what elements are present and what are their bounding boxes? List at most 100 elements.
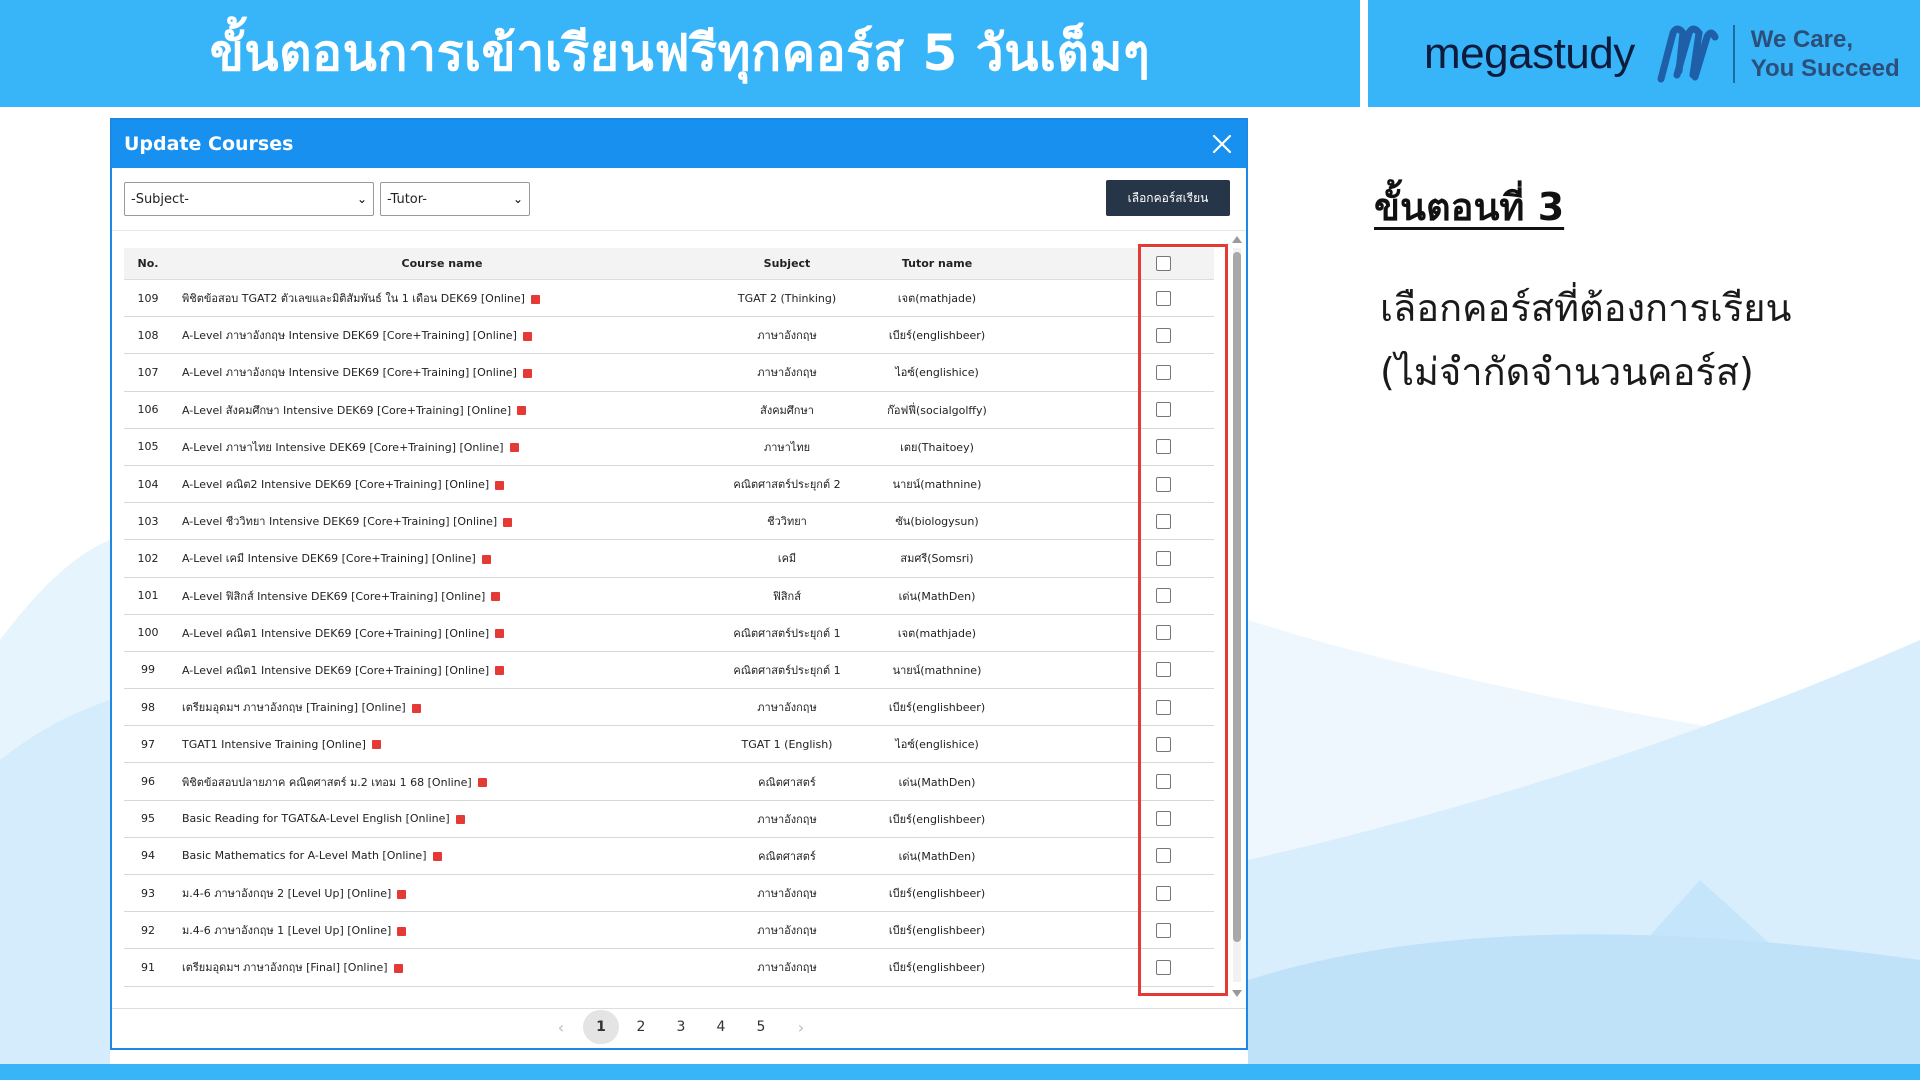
row-checkbox[interactable] bbox=[1155, 774, 1171, 790]
row-course-name-text: A-Level ภาษาอังกฤษ Intensive DEK69 [Core… bbox=[182, 329, 517, 343]
row-spacer bbox=[1012, 465, 1112, 504]
table-row: 102 A-Level เคมี Intensive DEK69 [Core+Tr… bbox=[124, 539, 1214, 578]
row-subject: ภาษาไทย bbox=[712, 428, 862, 466]
row-tutor-text: เจต(mathjade) bbox=[897, 626, 977, 640]
row-subject: คณิตศาสตร์ bbox=[712, 837, 862, 876]
row-tutor-text: เบียร์(englishbeer) bbox=[888, 701, 986, 715]
table-row: 95 Basic Reading for TGAT&A-Level English… bbox=[124, 800, 1214, 838]
row-checkbox[interactable] bbox=[1155, 439, 1171, 455]
video-badge-icon bbox=[495, 629, 505, 639]
row-checkbox-cell bbox=[1112, 762, 1214, 801]
row-tutor-text: ไอซ์(englishice) bbox=[895, 738, 979, 752]
table-row: 106 A-Level สังคมศึกษา Intensive DEK69 [C… bbox=[124, 391, 1214, 429]
row-checkbox-cell bbox=[1112, 316, 1214, 355]
pagination: ‹ 12345 › bbox=[112, 1008, 1246, 1045]
tutor-select[interactable]: -Tutor- ⌄ bbox=[380, 182, 530, 216]
video-badge-icon bbox=[517, 406, 527, 416]
row-checkbox[interactable] bbox=[1155, 848, 1171, 864]
row-checkbox[interactable] bbox=[1155, 662, 1171, 678]
table-row: 96 พิชิตข้อสอบปลายภาค คณิตศาสตร์ ม.2 เทอม… bbox=[124, 762, 1214, 801]
row-checkbox[interactable] bbox=[1155, 959, 1171, 975]
page-button-4[interactable]: 4 bbox=[703, 1010, 739, 1044]
table-row: 91 เตรียมอุดมฯ ภาษาอังกฤษ [Final] [Online… bbox=[124, 948, 1214, 987]
row-spacer bbox=[1012, 651, 1112, 690]
row-checkbox[interactable] bbox=[1155, 699, 1171, 715]
scrollbar[interactable] bbox=[1230, 232, 1244, 998]
page-button-2[interactable]: 2 bbox=[623, 1010, 659, 1044]
row-no-text: 104 bbox=[137, 477, 159, 491]
video-badge-icon bbox=[371, 740, 381, 750]
row-checkbox[interactable] bbox=[1155, 550, 1171, 566]
header-no: No. bbox=[124, 248, 172, 280]
row-checkbox[interactable] bbox=[1155, 811, 1171, 827]
row-checkbox[interactable] bbox=[1155, 364, 1171, 380]
row-tutor-text: เบียร์(englishbeer) bbox=[888, 924, 986, 938]
row-no-text: 96 bbox=[141, 775, 155, 789]
row-course-name-text: A-Level คณิต2 Intensive DEK69 [Core+Trai… bbox=[182, 478, 490, 492]
step-desc-line-2: (ไม่จำกัดจำนวนคอร์ส) bbox=[1380, 350, 1754, 394]
row-no: 108 bbox=[124, 316, 172, 355]
video-badge-icon bbox=[397, 926, 407, 936]
subject-select[interactable]: -Subject- ⌄ bbox=[124, 182, 374, 216]
page-button-3[interactable]: 3 bbox=[663, 1010, 699, 1044]
row-checkbox[interactable] bbox=[1155, 290, 1171, 306]
scroll-up-arrow-icon[interactable] bbox=[1232, 236, 1242, 243]
select-all-checkbox[interactable] bbox=[1155, 256, 1171, 271]
close-icon[interactable] bbox=[1210, 132, 1234, 156]
row-checkbox[interactable] bbox=[1155, 513, 1171, 529]
row-subject-text: ชีววิทยา bbox=[767, 515, 807, 529]
page-button-5[interactable]: 5 bbox=[743, 1010, 779, 1044]
brand-tagline: We Care, You Succeed bbox=[1751, 25, 1900, 83]
row-checkbox-cell bbox=[1112, 874, 1214, 913]
row-course-name-text: A-Level ฟิสิกส์ Intensive DEK69 [Core+Tr… bbox=[182, 589, 486, 603]
row-course-name: พิชิตข้อสอบ TGAT2 ตัวเลขและมิติสัมพันธ์ … bbox=[172, 279, 712, 318]
row-spacer bbox=[1012, 316, 1112, 355]
row-checkbox-cell bbox=[1112, 651, 1214, 690]
row-checkbox[interactable] bbox=[1155, 625, 1171, 641]
row-checkbox[interactable] bbox=[1155, 922, 1171, 938]
row-tutor-text: เบียร์(englishbeer) bbox=[888, 961, 986, 975]
row-no: 101 bbox=[124, 577, 172, 615]
row-subject: ภาษาอังกฤษ bbox=[712, 948, 862, 987]
header-tutor-name: Tutor name bbox=[862, 248, 1012, 280]
chevron-down-icon: ⌄ bbox=[356, 192, 367, 206]
row-no: 91 bbox=[124, 948, 172, 987]
scroll-thumb[interactable] bbox=[1233, 252, 1241, 942]
row-checkbox[interactable] bbox=[1155, 588, 1171, 604]
prev-page-button[interactable]: ‹ bbox=[543, 1010, 579, 1044]
row-no-text: 107 bbox=[137, 365, 159, 379]
row-subject-text: ภาษาอังกฤษ bbox=[757, 329, 817, 343]
row-spacer bbox=[1012, 353, 1112, 392]
video-badge-icon bbox=[522, 331, 532, 341]
row-checkbox[interactable] bbox=[1155, 476, 1171, 492]
row-tutor-text: เตย(Thaitoey) bbox=[900, 440, 974, 454]
courses-table-wrap: No. Course name Subject Tutor name 109 พิ… bbox=[124, 248, 1214, 987]
video-badge-icon bbox=[491, 592, 501, 602]
row-course-name-text: เตรียมอุดมฯ ภาษาอังกฤษ [Final] [Online] bbox=[182, 961, 388, 975]
step-desc-line-1: เลือกคอร์สที่ต้องการเรียน bbox=[1380, 286, 1792, 330]
row-tutor-text: นายน์(mathnine) bbox=[892, 663, 982, 677]
video-badge-icon bbox=[393, 963, 403, 973]
row-no: 93 bbox=[124, 874, 172, 913]
row-checkbox[interactable] bbox=[1155, 885, 1171, 901]
next-page-button[interactable]: › bbox=[783, 1010, 819, 1044]
row-course-name: เตรียมอุดมฯ ภาษาอังกฤษ [Training] [Onlin… bbox=[172, 688, 712, 727]
row-course-name: ม.4-6 ภาษาอังกฤษ 2 [Level Up] [Online] bbox=[172, 874, 712, 913]
table-row: 100 A-Level คณิต1 Intensive DEK69 [Core+T… bbox=[124, 614, 1214, 652]
page-button-1[interactable]: 1 bbox=[583, 1010, 619, 1044]
subject-select-value: -Subject- bbox=[131, 191, 189, 207]
video-badge-icon bbox=[481, 554, 491, 564]
row-course-name-text: A-Level ชีววิทยา Intensive DEK69 [Core+T… bbox=[182, 515, 498, 529]
row-tutor-text: นายน์(mathnine) bbox=[892, 478, 982, 492]
row-checkbox[interactable] bbox=[1155, 736, 1171, 752]
row-checkbox[interactable] bbox=[1155, 402, 1171, 418]
row-spacer bbox=[1012, 279, 1112, 318]
row-course-name: A-Level ฟิสิกส์ Intensive DEK69 [Core+Tr… bbox=[172, 577, 712, 615]
select-courses-button[interactable]: เลือกคอร์สเรียน bbox=[1106, 180, 1230, 216]
row-checkbox[interactable] bbox=[1155, 327, 1171, 343]
brand-banner: megastudy We Care, You Succeed bbox=[1368, 0, 1920, 107]
table-row: 107 A-Level ภาษาอังกฤษ Intensive DEK69 [C… bbox=[124, 353, 1214, 392]
row-no-text: 102 bbox=[137, 551, 159, 565]
video-badge-icon bbox=[495, 666, 505, 676]
scroll-down-arrow-icon[interactable] bbox=[1232, 990, 1242, 997]
